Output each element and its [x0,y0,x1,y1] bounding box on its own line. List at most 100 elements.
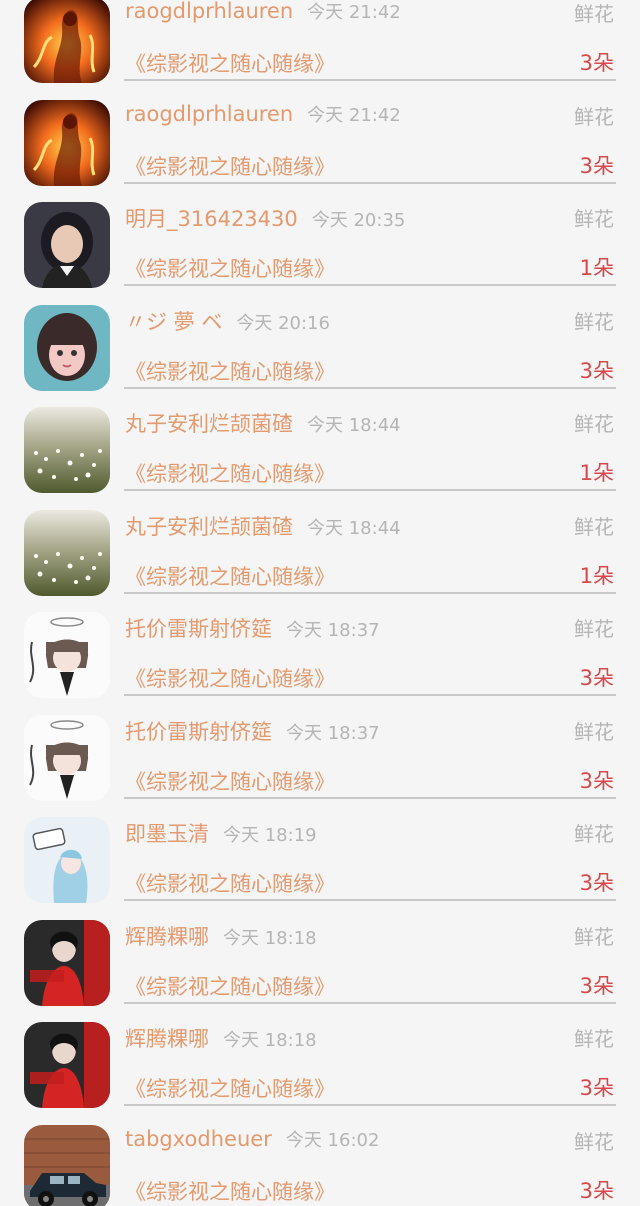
timestamp: 今天 18:18 [223,1030,317,1051]
gift-type-label: 鲜花 [574,1027,614,1051]
avatar-woman-red-dress[interactable] [24,919,110,1006]
flower-count: 3朵 [579,153,614,178]
book-title-link[interactable]: 《综影视之随心随缘》 [125,48,335,78]
vintage-car-image [24,1124,110,1206]
girl-bangs-image [24,304,110,391]
username[interactable]: raogdlprhlauren 今天 21:42 [125,101,401,127]
username-text[interactable]: 即墨玉清 [125,822,209,846]
timestamp: 今天 21:42 [307,104,401,126]
book-title-link[interactable]: 《综影视之随心随缘》 [125,663,335,693]
book-title-link[interactable]: 《综影视之随心随缘》 [125,971,335,1001]
username[interactable]: 辉腾粿哪 今天 18:18 [125,1023,317,1053]
flower-field-image [24,407,110,493]
timestamp: 今天 20:35 [311,210,406,231]
username-text[interactable]: 丸子安利烂颉菌碴 [125,412,293,436]
flower-count: 3朵 [579,768,614,793]
username[interactable]: 丸子安利烂颉菌碴 今天 18:44 [125,408,401,438]
username-text[interactable]: 托价雷斯射侪筵 [125,720,272,744]
list-item[interactable]: 即墨玉清 今天 18:19 鲜花 《综影视之随心随缘》 3朵 [0,815,640,917]
timestamp: 今天 20:16 [236,312,330,334]
flower-count: 1朵 [579,461,614,485]
timestamp: 今天 16:02 [285,1129,380,1151]
avatar-fire-figure[interactable] [24,99,110,186]
username[interactable]: 即墨玉清 今天 18:19 [125,818,317,848]
username-text[interactable]: 辉腾粿哪 [125,1027,209,1051]
book-title-link[interactable]: 《综影视之随心随缘》 [125,561,335,591]
flower-field-image [24,509,110,596]
book-title-link[interactable]: 《综影视之随心随缘》 [125,253,335,283]
username-text[interactable]: 〃ジ 夢 ベ [125,310,222,334]
username-text[interactable]: 明月_316423430 [125,207,298,231]
username-text[interactable]: raogdlprhlauren [125,102,293,126]
avatar-vintage-car[interactable] [24,1124,110,1206]
anime-blue-hair-image [24,817,110,903]
username[interactable]: raogdlprhlauren 今天 21:42 [125,0,401,24]
username[interactable]: 明月_316423430 今天 20:35 [125,203,405,233]
gift-type-label: 鲜花 [574,514,614,539]
book-title-link[interactable]: 《综影视之随心随缘》 [125,356,335,386]
book-title-link[interactable]: 《综影视之随心随缘》 [125,458,335,488]
anime-halo-image [24,612,110,698]
timestamp: 今天 18:37 [286,620,380,641]
gift-type-label: 鲜花 [574,207,614,231]
divider [124,489,616,491]
book-title-link[interactable]: 《综影视之随心随缘》 [125,151,335,181]
avatar-girl-dark-hair[interactable] [24,202,110,288]
timestamp: 今天 18:44 [307,415,401,436]
username[interactable]: 托价雷斯射侪筵 今天 18:37 [125,613,380,643]
avatar-flower-field[interactable] [24,509,110,596]
username[interactable]: 托价雷斯射侪筵 今天 18:37 [125,716,380,746]
gift-type-label: 鲜花 [574,924,614,949]
divider [124,386,616,389]
divider [124,181,616,184]
username-text[interactable]: 辉腾粿哪 [125,925,209,949]
list-item[interactable]: 辉腾粿哪 今天 18:18 鲜花 《综影视之随心随缘》 3朵 [0,918,640,1020]
divider [124,79,616,81]
list-item[interactable]: tabgxodheuer 今天 16:02 鲜花 《综影视之随心随缘》 3朵 [0,1123,640,1206]
book-title-link[interactable]: 《综影视之随心随缘》 [125,1073,335,1103]
avatar-woman-red-dress[interactable] [24,1022,110,1108]
avatar-anime-halo[interactable] [24,714,110,801]
username[interactable]: 〃ジ 夢 ベ今天 20:16 [125,306,330,336]
flower-count: 3朵 [579,973,614,998]
list-item[interactable]: raogdlprhlauren 今天 21:42 鲜花 《综影视之随心随缘》 3朵 [0,0,640,97]
list-item[interactable]: 辉腾粿哪 今天 18:18 鲜花 《综影视之随心随缘》 3朵 [0,1020,640,1122]
avatar-girl-bangs[interactable] [24,304,110,391]
username-text[interactable]: tabgxodheuer [125,1127,272,1151]
list-item[interactable]: 丸子安利烂颉菌碴 今天 18:44 鲜花 《综影视之随心随缘》 1朵 [0,405,640,507]
avatar-fire-figure[interactable] [24,0,110,83]
username-text[interactable]: 丸子安利烂颉菌碴 [125,515,293,539]
list-item[interactable]: 托价雷斯射侪筵 今天 18:37 鲜花 《综影视之随心随缘》 3朵 [0,610,640,712]
list-item[interactable]: 〃ジ 夢 ベ今天 20:16 鲜花 《综影视之随心随缘》 3朵 [0,303,640,405]
timestamp: 今天 18:37 [286,722,380,744]
avatar-anime-blue-hair[interactable] [24,817,110,903]
divider [124,1001,616,1004]
book-title-link[interactable]: 《综影视之随心随缘》 [125,868,335,898]
timestamp: 今天 21:42 [307,2,401,23]
gift-type-label: 鲜花 [574,719,614,744]
woman-red-dress-image [24,919,110,1006]
gift-type-label: 鲜花 [574,1129,614,1154]
username[interactable]: 辉腾粿哪 今天 18:18 [125,921,317,951]
avatar-flower-field[interactable] [24,407,110,493]
divider [124,1104,616,1106]
username[interactable]: 丸子安利烂颉菌碴 今天 18:44 [125,511,401,541]
woman-red-dress-image [24,1022,110,1108]
flower-count: 3朵 [579,51,614,75]
username-text[interactable]: 托价雷斯射侪筵 [125,617,272,641]
list-item[interactable]: raogdlprhlauren 今天 21:42 鲜花 《综影视之随心随缘》 3朵 [0,98,640,200]
gift-type-label: 鲜花 [574,822,614,846]
book-title-link[interactable]: 《综影视之随心随缘》 [125,1176,335,1206]
username[interactable]: tabgxodheuer 今天 16:02 [125,1126,379,1152]
gift-type-label: 鲜花 [574,309,614,334]
divider [124,899,616,901]
list-item[interactable]: 明月_316423430 今天 20:35 鲜花 《综影视之随心随缘》 1朵 [0,200,640,302]
timestamp: 今天 18:19 [223,825,317,846]
gift-type-label: 鲜花 [574,617,614,641]
list-item[interactable]: 托价雷斯射侪筵 今天 18:37 鲜花 《综影视之随心随缘》 3朵 [0,713,640,815]
avatar-anime-halo[interactable] [24,612,110,698]
book-title-link[interactable]: 《综影视之随心随缘》 [125,766,335,796]
username-text[interactable]: raogdlprhlauren [125,0,293,23]
list-item[interactable]: 丸子安利烂颉菌碴 今天 18:44 鲜花 《综影视之随心随缘》 1朵 [0,508,640,610]
timestamp: 今天 18:18 [223,927,317,949]
